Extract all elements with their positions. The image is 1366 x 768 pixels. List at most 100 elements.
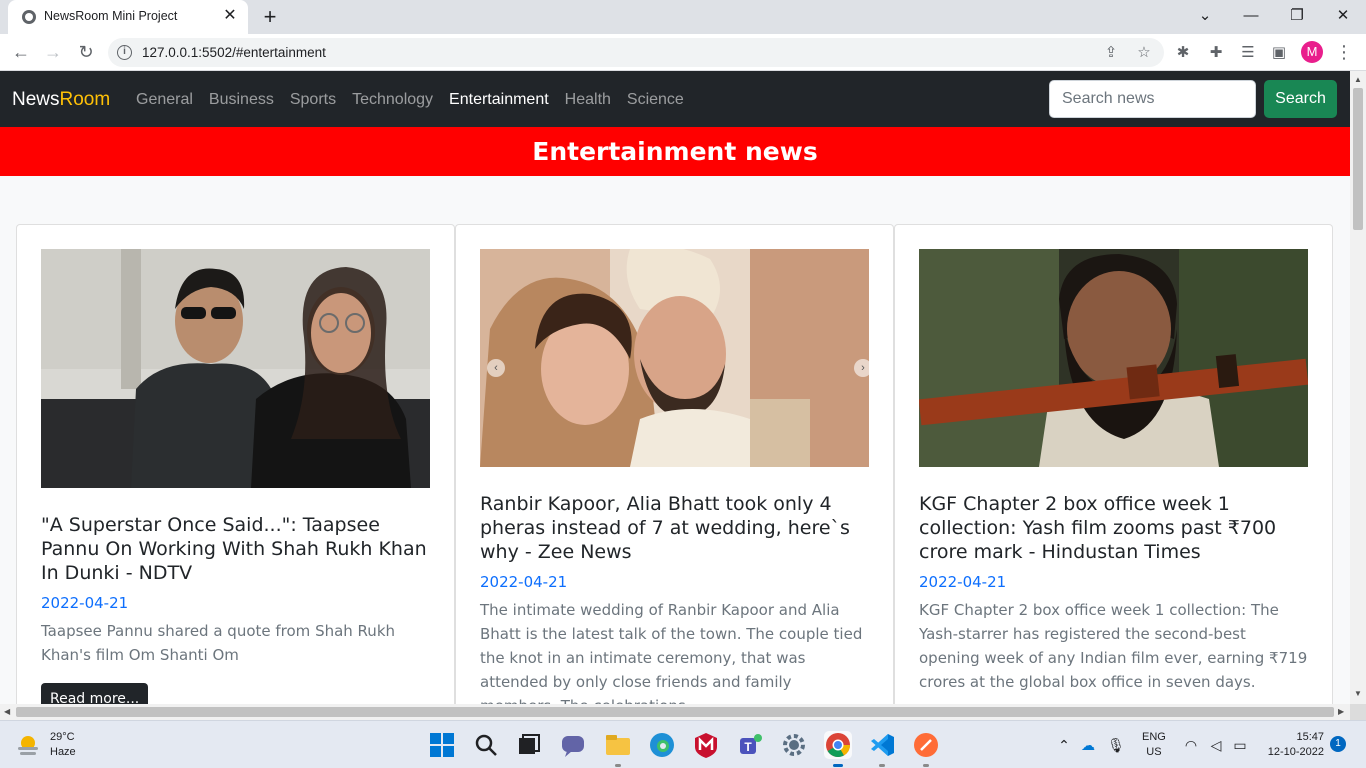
horizontal-scrollbar[interactable]: ◀ ▶ (0, 704, 1350, 720)
read-more-button[interactable]: Read more... (41, 683, 149, 704)
news-description: KGF Chapter 2 box office week 1 collecti… (919, 601, 1308, 691)
carousel-prev-icon[interactable]: ‹ (487, 359, 505, 377)
news-image-kgf-yash (919, 249, 1308, 467)
search-input[interactable] (1049, 80, 1256, 118)
language-indicator[interactable]: ENG US (1142, 730, 1166, 760)
news-image-ranbir-alia (480, 249, 869, 467)
nav-links: General Business Sports Technology Enter… (136, 91, 684, 109)
address-bar[interactable]: i 127.0.0.1:5502/#entertainment ⇪ ☆ (108, 38, 1164, 67)
bookmark-star-icon[interactable]: ☆ (1134, 43, 1154, 63)
weather-widget[interactable]: 29°C Haze (16, 729, 106, 761)
nav-link-technology[interactable]: Technology (352, 91, 433, 109)
nav-link-science[interactable]: Science (627, 91, 684, 109)
battery-icon[interactable]: ▭ (1230, 736, 1250, 754)
weather-condition: Haze (50, 746, 76, 758)
clock-time: 15:47 (1296, 731, 1324, 743)
nav-link-health[interactable]: Health (565, 91, 611, 109)
show-hidden-icons-icon[interactable]: ⌃ (1054, 736, 1074, 754)
vscode-icon[interactable] (868, 731, 896, 767)
more-options-icon[interactable]: ⋮ (1334, 41, 1354, 63)
side-panel-icon[interactable]: ▣ (1268, 42, 1290, 64)
edge-browser-icon[interactable] (648, 731, 676, 759)
news-title[interactable]: Ranbir Kapoor, Alia Bhatt took only 4 ph… (480, 492, 872, 564)
weather-temp: 29°C (50, 731, 75, 743)
tab-close-icon[interactable]: ✕ (220, 6, 240, 26)
taskbar-clock[interactable]: 15:47 12-10-2022 (1262, 730, 1324, 760)
chat-icon[interactable] (559, 731, 587, 759)
onedrive-cloud-icon[interactable]: ☁ (1078, 736, 1098, 754)
file-explorer-icon[interactable] (604, 731, 632, 767)
tab-title: NewsRoom Mini Project (44, 9, 178, 23)
reload-icon[interactable]: ↻ (73, 39, 99, 65)
haze-weather-icon (18, 736, 38, 755)
news-description: The intimate wedding of Ranbir Kapoor an… (480, 601, 863, 704)
task-view-icon[interactable] (515, 731, 543, 759)
share-icon[interactable]: ⇪ (1101, 43, 1121, 63)
scroll-down-icon[interactable]: ▼ (1354, 689, 1362, 698)
scroll-left-icon[interactable]: ◀ (4, 707, 10, 716)
nav-link-entertainment[interactable]: Entertainment (449, 91, 549, 109)
site-brand[interactable]: NewsRoom (12, 89, 110, 111)
news-date: 2022-04-21 (480, 573, 568, 591)
teams-icon[interactable]: T (736, 731, 764, 759)
tab-search-dropdown-icon[interactable]: ⌄ (1190, 4, 1220, 28)
news-card: KGF Chapter 2 box office week 1 collecti… (894, 224, 1333, 704)
nav-link-sports[interactable]: Sports (290, 91, 336, 109)
scroll-up-icon[interactable]: ▲ (1354, 75, 1362, 84)
close-window-button[interactable]: ✕ (1328, 4, 1358, 28)
brand-room: Room (59, 89, 111, 110)
nav-link-general[interactable]: General (136, 91, 193, 109)
browser-tab-strip: NewsRoom Mini Project ✕ + ⌄ — ❐ ✕ (0, 0, 1366, 34)
clock-date: 12-10-2022 (1267, 746, 1324, 758)
browser-toolbar: ← → ↻ i 127.0.0.1:5502/#entertainment ⇪ … (0, 34, 1366, 71)
vertical-scroll-thumb[interactable] (1353, 88, 1363, 230)
nav-link-business[interactable]: Business (209, 91, 274, 109)
back-arrow-icon[interactable]: ← (8, 39, 34, 65)
search-icon[interactable] (472, 731, 500, 759)
maximize-button[interactable]: ❐ (1282, 4, 1312, 28)
news-description: Taapsee Pannu shared a quote from Shah R… (41, 622, 396, 664)
puzzle-extensions-icon[interactable]: ✚ (1205, 42, 1227, 64)
speaker-icon[interactable]: ◁ (1206, 736, 1226, 754)
mcafee-icon[interactable] (692, 731, 720, 759)
globe-icon (22, 10, 36, 24)
site-info-icon[interactable]: i (117, 45, 132, 60)
carousel-next-icon[interactable]: › (854, 359, 872, 377)
new-tab-button[interactable]: + (258, 5, 282, 29)
url-text[interactable]: 127.0.0.1:5502/#entertainment (142, 45, 326, 60)
language-code: ENG (1142, 731, 1166, 743)
brand-news: News (12, 89, 60, 110)
profile-avatar[interactable]: M (1301, 41, 1323, 63)
settings-gear-icon[interactable] (780, 731, 808, 759)
news-title[interactable]: "A Superstar Once Said...": Taapsee Pann… (41, 513, 433, 585)
windows-start-icon[interactable] (428, 731, 456, 759)
category-title: Entertainment news (532, 137, 818, 166)
news-card: "A Superstar Once Said...": Taapsee Pann… (16, 224, 455, 704)
news-card: ‹ › Ranbir Kapoor, Alia Bhatt took only … (455, 224, 894, 704)
chrome-browser-icon[interactable] (824, 731, 852, 767)
news-date: 2022-04-21 (41, 594, 129, 612)
news-title[interactable]: KGF Chapter 2 box office week 1 collecti… (919, 492, 1311, 564)
search-button[interactable]: Search (1264, 80, 1337, 118)
category-headline: Entertainment news (0, 127, 1350, 176)
scroll-right-icon[interactable]: ▶ (1338, 707, 1344, 716)
forward-arrow-icon[interactable]: → (40, 39, 66, 65)
microphone-muted-icon[interactable]: 🎙 (1106, 736, 1126, 754)
scrollbar-corner (1350, 704, 1366, 720)
horizontal-scroll-thumb[interactable] (16, 707, 1334, 717)
bug-extension-icon[interactable]: ✱ (1172, 42, 1194, 64)
site-navbar: NewsRoom General Business Sports Technol… (0, 71, 1350, 127)
page-viewport: NewsRoom General Business Sports Technol… (0, 71, 1350, 704)
notification-badge[interactable]: 1 (1330, 736, 1346, 752)
wifi-icon[interactable]: ◠ (1181, 736, 1201, 754)
svg-text:T: T (744, 740, 752, 754)
minimize-button[interactable]: — (1236, 4, 1266, 28)
reading-list-icon[interactable]: ☰ (1237, 42, 1259, 64)
news-date: 2022-04-21 (919, 573, 1007, 591)
browser-tab[interactable]: NewsRoom Mini Project ✕ (8, 0, 248, 34)
region-code: US (1146, 746, 1162, 758)
vertical-scrollbar[interactable]: ▲ ▼ (1350, 71, 1366, 704)
windows-taskbar: 29°C Haze T ⌃ ☁ 🎙 ENG US ◠ ◁ ▭ 15:47 12-… (0, 720, 1366, 768)
news-image-srk-taapsee (41, 249, 430, 488)
postman-icon[interactable] (912, 731, 940, 767)
